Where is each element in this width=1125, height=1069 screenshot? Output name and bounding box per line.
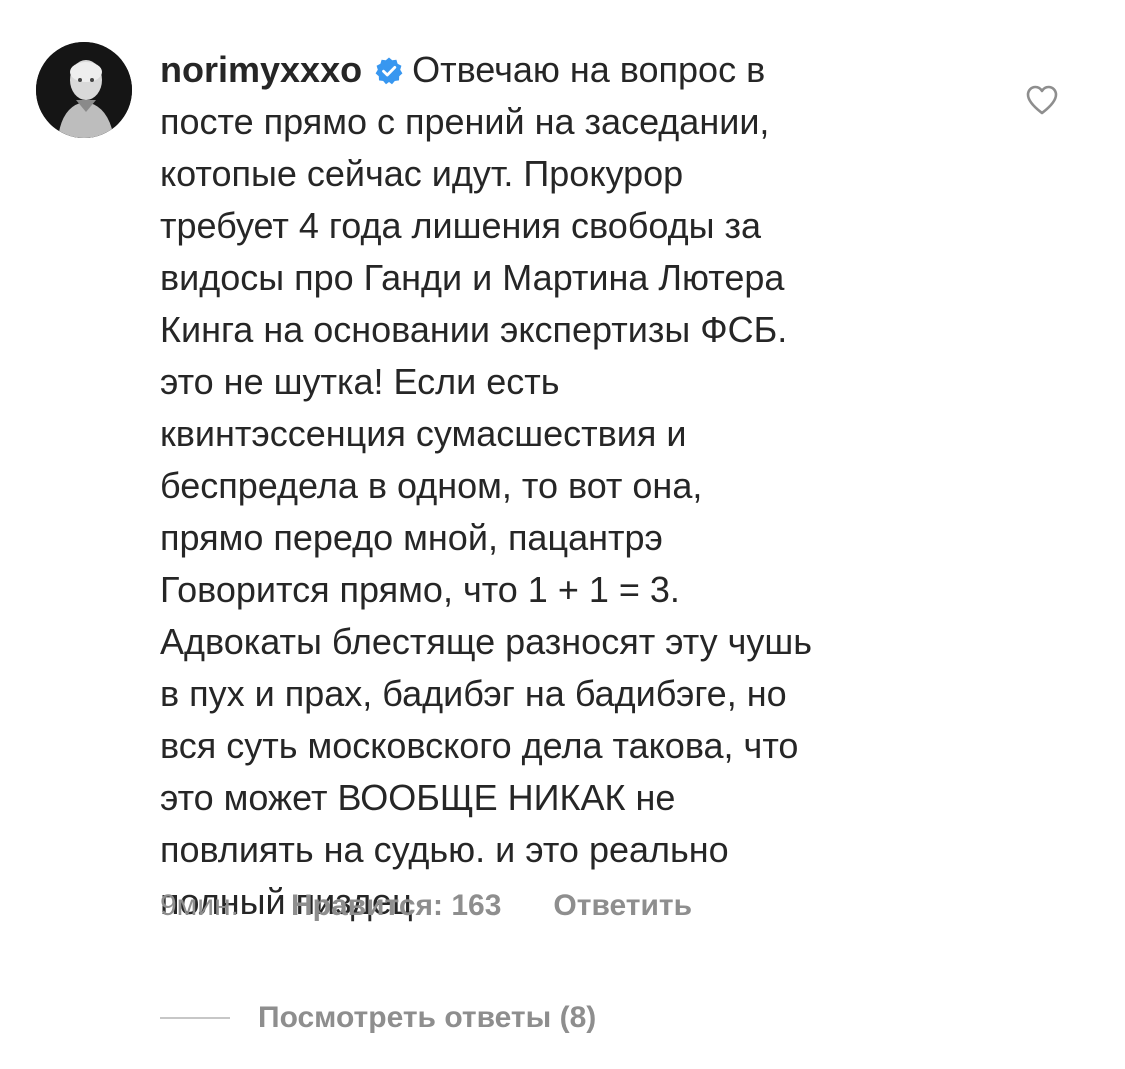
comment-text-line: вся суть московского дела такова, что xyxy=(160,725,799,766)
comment-text-line: котопые сейчас идут. Прокурор xyxy=(160,153,684,194)
comment-text-line: это не шутка! Если есть xyxy=(160,361,560,402)
comment-text-line: требует 4 года лишения свободы за xyxy=(160,205,761,246)
comment-text-line: это может ВООБЩЕ НИКАК не xyxy=(160,777,676,818)
comment-text-line: в пух и прах, бадибэг на бадибэге, но xyxy=(160,673,787,714)
comment-text-line: Говорится прямо, что 1 + 1 = 3. xyxy=(160,569,680,610)
comment-time: 9мин. xyxy=(160,889,239,922)
comment-body: norimyxxxo Отвечаю на вопрос в посте прям… xyxy=(160,44,990,928)
view-replies-label: Посмотреть ответы (8) xyxy=(258,1001,597,1034)
comment: norimyxxxo Отвечаю на вопрос в посте прям… xyxy=(0,0,1125,1069)
comment-text-line: Адвокаты блестяще разносят эту чушь xyxy=(160,621,813,662)
comment-text-line: прямо передо мной, пацантрэ xyxy=(160,517,663,558)
comment-text-line: Кинга на основании экспертизы ФСБ. xyxy=(160,309,788,350)
comment-line: norimyxxxo Отвечаю на вопрос в xyxy=(160,44,990,96)
comment-text-line: посте прямо с прений на заседании, xyxy=(160,101,770,142)
replies-divider xyxy=(160,1017,230,1019)
comment-text-line: Отвечаю на вопрос в xyxy=(412,49,766,90)
comment-meta: 9мин. Нравится: 163 Ответить xyxy=(160,884,692,928)
comment-text-line: повлиять на судью. и это реально xyxy=(160,829,729,870)
avatar-image xyxy=(36,42,132,138)
likes-count-link[interactable]: Нравится: 163 xyxy=(291,889,501,923)
comment-text-line: квинтэссенция сумасшествия и xyxy=(160,413,687,454)
avatar[interactable] xyxy=(36,42,132,138)
username-link[interactable]: norimyxxxo xyxy=(160,49,362,90)
comment-text-line: видосы про Ганди и Мартина Лютера xyxy=(160,257,785,298)
verified-badge-icon xyxy=(375,57,403,85)
view-replies-button[interactable]: Посмотреть ответы (8) xyxy=(160,996,596,1040)
reply-button[interactable]: Ответить xyxy=(553,889,692,923)
comment-text-line: беспредела в одном, то вот она, xyxy=(160,465,703,506)
heart-outline-icon[interactable] xyxy=(1024,82,1060,118)
